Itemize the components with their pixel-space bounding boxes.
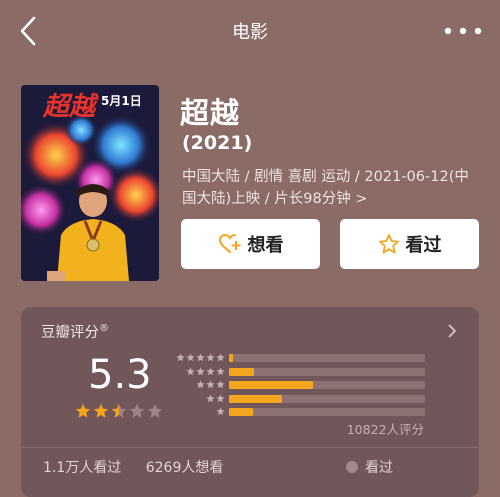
seen-label: 看过 bbox=[405, 235, 442, 256]
rating-score: 5.3 bbox=[88, 352, 152, 398]
distribution-bar bbox=[229, 381, 313, 389]
more-dots-icon[interactable] bbox=[442, 19, 484, 43]
distribution-bar bbox=[229, 408, 253, 416]
small-star-icon bbox=[206, 393, 215, 402]
small-star-icon bbox=[206, 353, 215, 362]
rating-star-icon bbox=[93, 403, 109, 418]
svg-text:5月1日: 5月1日 bbox=[101, 94, 142, 108]
want-to-watch-button[interactable]: 想看 bbox=[181, 219, 320, 269]
rating-star-icon bbox=[75, 403, 91, 418]
distribution-bar-track bbox=[229, 367, 425, 376]
movie-meta-line2: 国大陆)上映 / 片长98分钟 > bbox=[182, 191, 368, 207]
small-star-icon bbox=[216, 380, 225, 389]
distribution-bar bbox=[229, 367, 254, 376]
star-outline-icon bbox=[378, 234, 399, 254]
rating-star-icon bbox=[111, 403, 127, 418]
small-star-icon bbox=[196, 366, 205, 375]
rating-count: 10822人评分 bbox=[346, 422, 424, 437]
rating-star-icon bbox=[129, 403, 145, 418]
small-star-icon bbox=[216, 407, 225, 416]
movie-year: (2021) bbox=[182, 132, 253, 154]
small-star-icon bbox=[196, 353, 205, 362]
distribution-stars bbox=[175, 393, 225, 403]
heart-plus-icon bbox=[218, 233, 240, 253]
svg-text:超越: 超越 bbox=[42, 92, 99, 122]
nav-bar: 电影 bbox=[0, 0, 500, 64]
movie-poster[interactable]: 超越 5月1日 bbox=[21, 85, 159, 281]
distribution-stars bbox=[175, 366, 225, 376]
small-star-icon bbox=[186, 353, 195, 362]
distribution-bar bbox=[229, 354, 233, 362]
distribution-stars bbox=[175, 407, 225, 416]
distribution-stars bbox=[175, 353, 225, 362]
friends-seen-label: 看过 bbox=[365, 460, 393, 476]
distribution-stars bbox=[175, 380, 225, 389]
small-star-icon bbox=[206, 380, 215, 389]
poster-image: 超越 5月1日 bbox=[21, 85, 159, 281]
small-star-icon bbox=[196, 380, 205, 389]
rating-star-icon bbox=[147, 403, 163, 418]
movie-meta[interactable]: 中国大陆 / 剧情 喜剧 运动 / 2021-06-12(中 国大陆)上映 / … bbox=[182, 166, 482, 210]
small-star-icon bbox=[186, 366, 195, 375]
distribution-bar-track bbox=[229, 354, 425, 362]
divider bbox=[21, 447, 479, 448]
small-star-icon bbox=[216, 393, 225, 402]
small-star-icon bbox=[216, 366, 225, 375]
rating-label: 豆瓣评分® bbox=[41, 323, 109, 341]
rating-stars bbox=[75, 403, 163, 419]
movie-title: 超越 bbox=[180, 96, 241, 130]
movie-meta-line1: 中国大陆 / 剧情 喜剧 运动 / 2021-06-12(中 bbox=[182, 169, 469, 185]
audience-stats: 1.1万人看过 6269人想看 bbox=[43, 457, 243, 477]
small-star-icon bbox=[216, 353, 225, 362]
distribution-bar-track bbox=[229, 408, 425, 416]
friend-avatar bbox=[346, 461, 358, 473]
small-star-icon bbox=[206, 366, 215, 375]
page-title: 电影 bbox=[232, 22, 268, 43]
meta-arrow-icon: > bbox=[355, 191, 368, 207]
want-label: 想看 bbox=[247, 235, 284, 256]
chevron-right-icon[interactable] bbox=[447, 323, 457, 339]
rating-card[interactable]: 豆瓣评分® 5.3 10822人评分 1.1万人看过 6269人想看 看过 bbox=[21, 307, 479, 497]
small-star-icon bbox=[176, 353, 185, 362]
watched-button[interactable]: 看过 bbox=[340, 219, 479, 269]
distribution-bar bbox=[229, 394, 282, 403]
